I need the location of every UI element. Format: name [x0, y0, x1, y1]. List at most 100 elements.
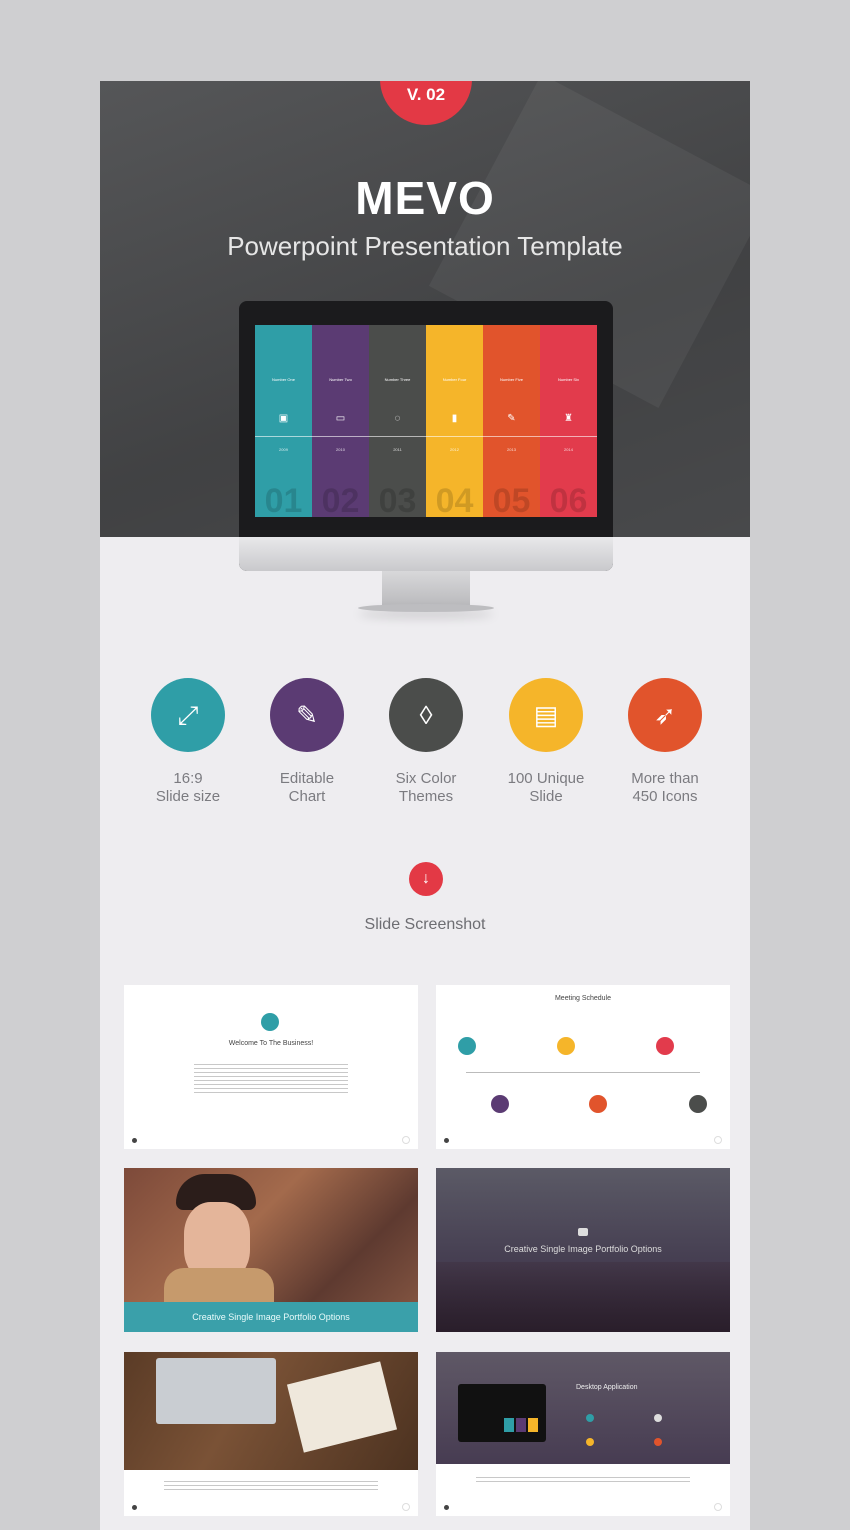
- monitor-screen: Number One ▣ 2009 01 Number Two ▭ 2010 02 Number…: [255, 325, 597, 517]
- feature-label: 16:9 Slide size: [133, 770, 243, 806]
- trophy-icon: ♜: [564, 413, 573, 424]
- monitor-icon: [261, 1013, 279, 1031]
- feature-item: ➶ More than 450 Icons: [610, 678, 720, 806]
- column-year: 2012: [450, 447, 459, 452]
- timeline-column: Number One ▣ 2009 01: [255, 325, 312, 517]
- timeline-node-icon: [491, 1095, 509, 1113]
- feature-label-line: Six Color: [395, 770, 457, 787]
- slide-footer-logo: [132, 1505, 137, 1510]
- slide-page-number: [402, 1136, 410, 1144]
- column-label: Number One: [272, 377, 295, 382]
- document-icon: ▤: [509, 678, 583, 752]
- slide-footer-logo: [132, 1138, 137, 1143]
- feature-label: Six Color Themes: [371, 770, 481, 806]
- monitor-chin: [239, 537, 613, 571]
- slide-body-text: [476, 1474, 690, 1485]
- column-number: 06: [549, 482, 588, 517]
- column-year: 2010: [336, 447, 345, 452]
- timeline-line: [466, 1072, 700, 1073]
- slide-thumbnail-portfolio-landscape[interactable]: Creative Single Image Portfolio Options: [436, 1168, 730, 1332]
- column-label: Number Three: [384, 377, 411, 382]
- timeline-line: [255, 436, 597, 437]
- feature-label-line: Slide: [529, 788, 563, 805]
- feature-label-line: 450 Icons: [632, 788, 698, 805]
- page-subtitle: Powerpoint Presentation Template: [227, 231, 623, 261]
- slide-thumbnail-desk-photo[interactable]: [124, 1352, 418, 1516]
- desktop-mockup: [458, 1384, 546, 1442]
- feature-label-line: Themes: [398, 788, 454, 805]
- lightbulb-icon: ◌: [394, 413, 401, 424]
- feature-label-line: Slide size: [155, 788, 221, 805]
- slide-title: Meeting Schedule: [554, 995, 612, 1002]
- slide-title: Creative Single Image Portfolio Options: [504, 1244, 662, 1254]
- rocket-icon: ➶: [628, 678, 702, 752]
- timeline-node-icon: [589, 1095, 607, 1113]
- timeline-column: Number Four ▮ 2012 04: [426, 325, 483, 517]
- feature-label-line: 100 Unique: [507, 770, 585, 787]
- column-year: 2014: [564, 447, 573, 452]
- slide-thumbnail-meeting-schedule[interactable]: Meeting Schedule: [436, 985, 730, 1149]
- feature-label: More than 450 Icons: [610, 770, 720, 806]
- timeline-column: Number Five ✎ 2013 05: [483, 325, 540, 517]
- pencil-icon: ✎: [270, 678, 344, 752]
- timeline-node-icon: [689, 1095, 707, 1113]
- slide-title: Welcome To The Business!: [228, 1040, 314, 1047]
- slide-caption: Creative Single Image Portfolio Options: [124, 1302, 418, 1332]
- column-number: 05: [492, 482, 531, 517]
- feature-label: Editable Chart: [252, 770, 362, 806]
- feature-icon: [654, 1438, 662, 1446]
- feature-list: ⤢ 16:9 Slide size ✎ Editable Chart ◊ Six Color T…: [100, 678, 750, 818]
- feature-item: ▤ 100 Unique Slide: [491, 678, 601, 806]
- column-label: Number Five: [500, 377, 523, 382]
- slide-title: Desktop Application: [576, 1384, 638, 1391]
- scroll-down-button[interactable]: ↓: [409, 862, 443, 896]
- expand-icon: ⤢: [151, 678, 225, 752]
- timeline-column: Number Six ♜ 2014 06: [540, 325, 597, 517]
- arrow-down-icon: ↓: [422, 870, 430, 887]
- column-year: 2009: [279, 447, 288, 452]
- slide-body-text: [194, 1061, 348, 1096]
- column-number: 02: [321, 482, 360, 517]
- droplet-icon: ◊: [389, 678, 463, 752]
- slide-thumbnail-desktop-application[interactable]: Desktop Application: [436, 1352, 730, 1516]
- column-number: 01: [264, 482, 303, 517]
- slide-body-text: [164, 1478, 378, 1493]
- pencil-icon: ✎: [507, 413, 516, 424]
- photo-ground: [436, 1262, 730, 1332]
- feature-label: 100 Unique Slide: [491, 770, 601, 806]
- column-label: Number Two: [329, 377, 352, 382]
- feature-item: ◊ Six Color Themes: [371, 678, 481, 806]
- column-year: 2013: [507, 447, 516, 452]
- slide-page-number: [402, 1503, 410, 1511]
- monitor-mockup: Number One ▣ 2009 01 Number Two ▭ 2010 02 Number…: [239, 301, 613, 571]
- timeline-node-icon: [656, 1037, 674, 1055]
- feature-icon: [586, 1438, 594, 1446]
- slide-footer-logo: [444, 1505, 449, 1510]
- timeline-column: Number Two ▭ 2010 02: [312, 325, 369, 517]
- feature-item: ✎ Editable Chart: [252, 678, 362, 806]
- feature-label-line: Chart: [288, 788, 326, 805]
- feature-icon: [654, 1414, 662, 1422]
- feature-item: ⤢ 16:9 Slide size: [133, 678, 243, 806]
- column-year: 2011: [393, 447, 402, 452]
- photo-laptop: [156, 1358, 276, 1424]
- slide-footer-logo: [444, 1138, 449, 1143]
- slide-thumbnail-welcome[interactable]: Welcome To The Business!: [124, 985, 418, 1149]
- column-label: Number Six: [558, 377, 579, 382]
- column-number: 04: [435, 482, 474, 517]
- monitor-icon: ▭: [335, 413, 346, 424]
- column-number: 03: [378, 482, 417, 517]
- slide-page-number: [714, 1136, 722, 1144]
- column-label: Number Four: [442, 377, 467, 382]
- product-page: V. 02 MEVO Powerpoint Presentation Templ…: [100, 81, 750, 1530]
- monitor-stand: [382, 571, 470, 607]
- timeline-node-icon: [557, 1037, 575, 1055]
- monitor-base: [358, 604, 494, 612]
- slide-page-number: [714, 1503, 722, 1511]
- slide-thumbnail-portfolio-photo[interactable]: Creative Single Image Portfolio Options: [124, 1168, 418, 1332]
- bar-chart-icon: ▮: [451, 413, 458, 424]
- feature-label-line: More than: [631, 770, 699, 787]
- timeline-column: Number Three ◌ 2011 03: [369, 325, 426, 517]
- trophy-icon: [578, 1228, 588, 1236]
- briefcase-icon: ▣: [278, 413, 289, 424]
